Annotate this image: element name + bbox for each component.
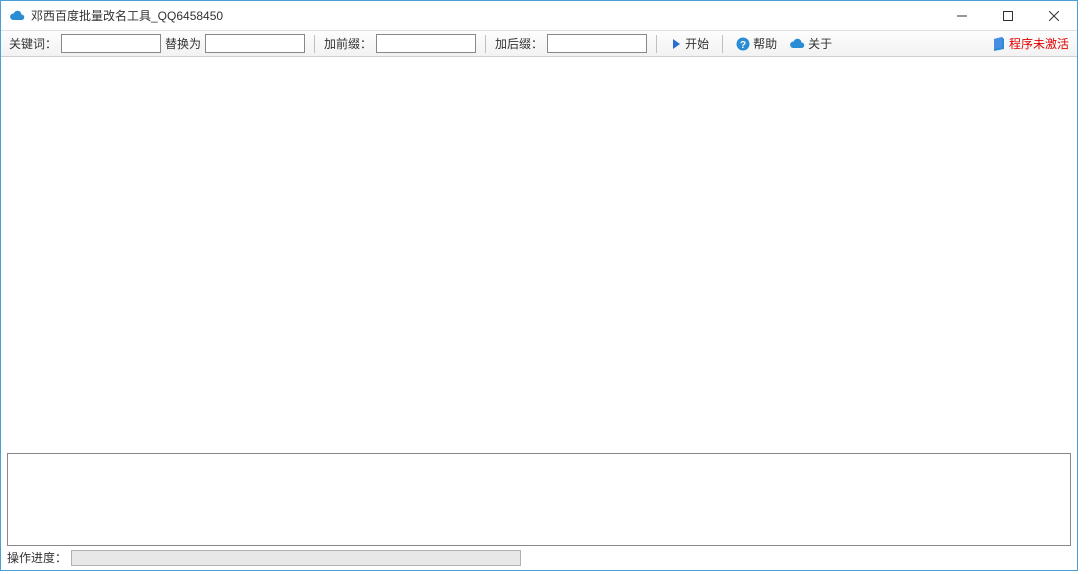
- replace-input[interactable]: [205, 34, 305, 53]
- about-button-label: 关于: [808, 35, 832, 52]
- start-button[interactable]: 开始: [666, 33, 713, 54]
- prefix-label: 加前缀：: [324, 35, 372, 52]
- separator-icon: [722, 35, 723, 53]
- keyword-label: 关键词：: [9, 35, 57, 52]
- prefix-input[interactable]: [376, 34, 476, 53]
- help-icon: ?: [736, 37, 750, 51]
- progress-bar: [71, 550, 521, 566]
- window-title: 邓西百度批量改名工具_QQ6458450: [31, 7, 939, 24]
- replace-label: 替换为: [165, 35, 201, 52]
- app-icon: [9, 8, 25, 24]
- progress-label: 操作进度：: [7, 549, 67, 566]
- about-button[interactable]: 关于: [785, 33, 836, 54]
- separator-icon: [314, 35, 315, 53]
- start-button-label: 开始: [685, 35, 709, 52]
- window-controls: [939, 1, 1077, 30]
- log-textarea[interactable]: [7, 453, 1071, 546]
- suffix-input[interactable]: [547, 34, 647, 53]
- help-button[interactable]: ? 帮助: [732, 33, 781, 54]
- activation-status-label: 程序未激活: [1009, 35, 1069, 52]
- book-icon: [992, 37, 1006, 51]
- content-area: [1, 57, 1077, 453]
- suffix-label: 加后缀：: [495, 35, 543, 52]
- minimize-button[interactable]: [939, 1, 985, 30]
- svg-text:?: ?: [740, 40, 746, 51]
- bottom-bar: 操作进度：: [1, 548, 1077, 570]
- keyword-input[interactable]: [61, 34, 161, 53]
- separator-icon: [656, 35, 657, 53]
- close-button[interactable]: [1031, 1, 1077, 30]
- app-window: 邓西百度批量改名工具_QQ6458450 关键词： 替换为 加前缀： 加后缀： …: [0, 0, 1078, 571]
- activation-status[interactable]: 程序未激活: [992, 35, 1069, 52]
- toolbar: 关键词： 替换为 加前缀： 加后缀： 开始 ? 帮助 关于 程序未激活: [1, 31, 1077, 57]
- help-button-label: 帮助: [753, 35, 777, 52]
- maximize-button[interactable]: [985, 1, 1031, 30]
- play-icon: [670, 38, 682, 50]
- cloud-icon: [789, 38, 805, 50]
- separator-icon: [485, 35, 486, 53]
- titlebar[interactable]: 邓西百度批量改名工具_QQ6458450: [1, 1, 1077, 31]
